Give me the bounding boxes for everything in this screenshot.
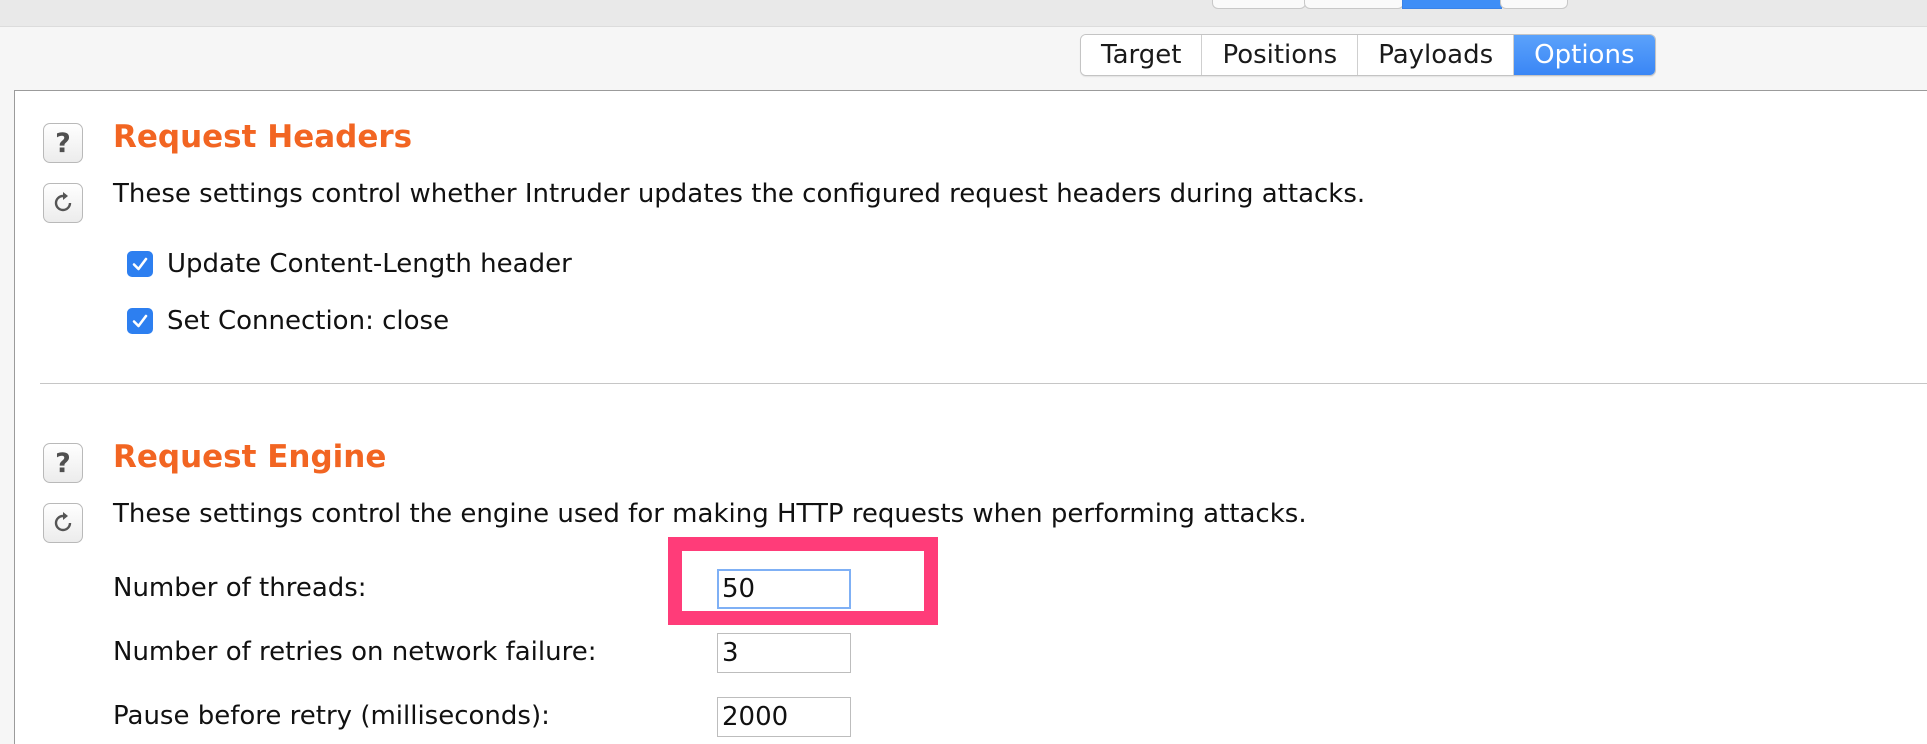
checkbox-checked[interactable] <box>127 251 153 277</box>
section-title-request-engine: Request Engine <box>113 439 387 475</box>
option-label: Set Connection: close <box>167 306 450 336</box>
help-button[interactable]: ? <box>43 123 83 163</box>
option-set-connection-close[interactable]: Set Connection: close <box>127 306 449 336</box>
upper-tab-stub-active[interactable] <box>1402 0 1502 9</box>
help-button[interactable]: ? <box>43 443 83 483</box>
threads-label: Number of threads: <box>113 573 367 603</box>
checkmark-icon <box>132 257 148 271</box>
section-divider <box>40 383 1927 384</box>
top-tab-strip <box>0 0 1927 27</box>
option-label: Update Content-Length header <box>167 249 572 279</box>
help-icon: ? <box>55 127 71 159</box>
restore-defaults-icon <box>54 512 72 532</box>
tab-target[interactable]: Target <box>1081 35 1203 75</box>
upper-tab-stub[interactable] <box>1212 0 1306 9</box>
restore-defaults-button[interactable] <box>43 503 83 543</box>
pause-label: Pause before retry (milliseconds): <box>113 701 550 731</box>
retries-label: Number of retries on network failure: <box>113 637 597 667</box>
restore-defaults-icon <box>54 192 72 212</box>
help-icon: ? <box>55 447 71 479</box>
retries-input[interactable]: 3 <box>717 633 851 673</box>
checkmark-icon <box>132 314 148 328</box>
annotation-highlight-box <box>668 537 938 625</box>
checkbox-checked[interactable] <box>127 308 153 334</box>
upper-tab-stub[interactable] <box>1304 0 1404 9</box>
restore-defaults-button[interactable] <box>43 183 83 223</box>
section-description: These settings control whether Intruder … <box>113 179 1366 209</box>
section-description: These settings control the engine used f… <box>113 499 1307 529</box>
tab-payloads[interactable]: Payloads <box>1358 35 1515 75</box>
pause-input[interactable]: 2000 <box>717 697 851 737</box>
tab-options[interactable]: Options <box>1514 35 1655 75</box>
upper-tab-stub[interactable] <box>1500 0 1568 9</box>
options-panel: ? Request Headers These settings control… <box>14 90 1927 744</box>
option-update-content-length[interactable]: Update Content-Length header <box>127 249 572 279</box>
intruder-tabbar: Target Positions Payloads Options <box>1080 34 1656 76</box>
section-title-request-headers: Request Headers <box>113 119 413 155</box>
tab-positions[interactable]: Positions <box>1202 35 1359 75</box>
